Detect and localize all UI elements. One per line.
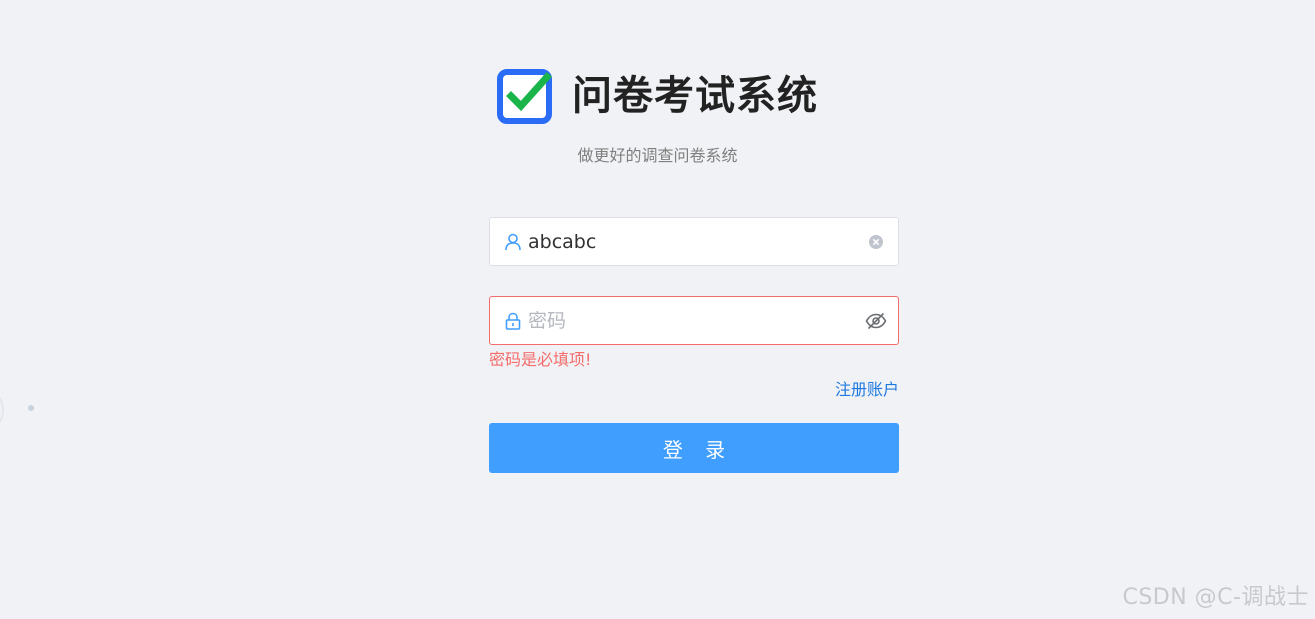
password-input[interactable] xyxy=(526,297,854,344)
clear-circle-icon[interactable] xyxy=(854,218,898,265)
username-field xyxy=(489,217,899,266)
app-subtitle: 做更好的调查问卷系统 xyxy=(577,146,738,165)
login-form: 密码是必填项! 注册账户 登 录 xyxy=(489,217,899,473)
watermark: CSDN @C-调战士 xyxy=(1122,585,1309,610)
password-field xyxy=(489,296,899,345)
login-page: 问卷考试系统 做更好的调查问卷系统 abcabc 密码是必填项! 注册账户 登 … xyxy=(0,0,1315,619)
checkbox-logo-icon xyxy=(497,68,552,124)
brand-header: 问卷考试系统 xyxy=(0,68,1315,124)
lock-icon xyxy=(490,297,526,344)
user-icon xyxy=(490,218,526,265)
register-link[interactable]: 注册账户 xyxy=(835,380,899,399)
password-error-message: 密码是必填项! xyxy=(489,350,592,369)
eye-off-icon[interactable] xyxy=(854,297,898,344)
decorative-circle xyxy=(0,392,4,428)
register-row: 注册账户 xyxy=(489,380,899,400)
app-title: 问卷考试系统 xyxy=(572,73,818,119)
decorative-dot xyxy=(28,405,34,411)
login-button[interactable]: 登 录 xyxy=(489,423,899,473)
username-input[interactable] xyxy=(526,218,854,265)
